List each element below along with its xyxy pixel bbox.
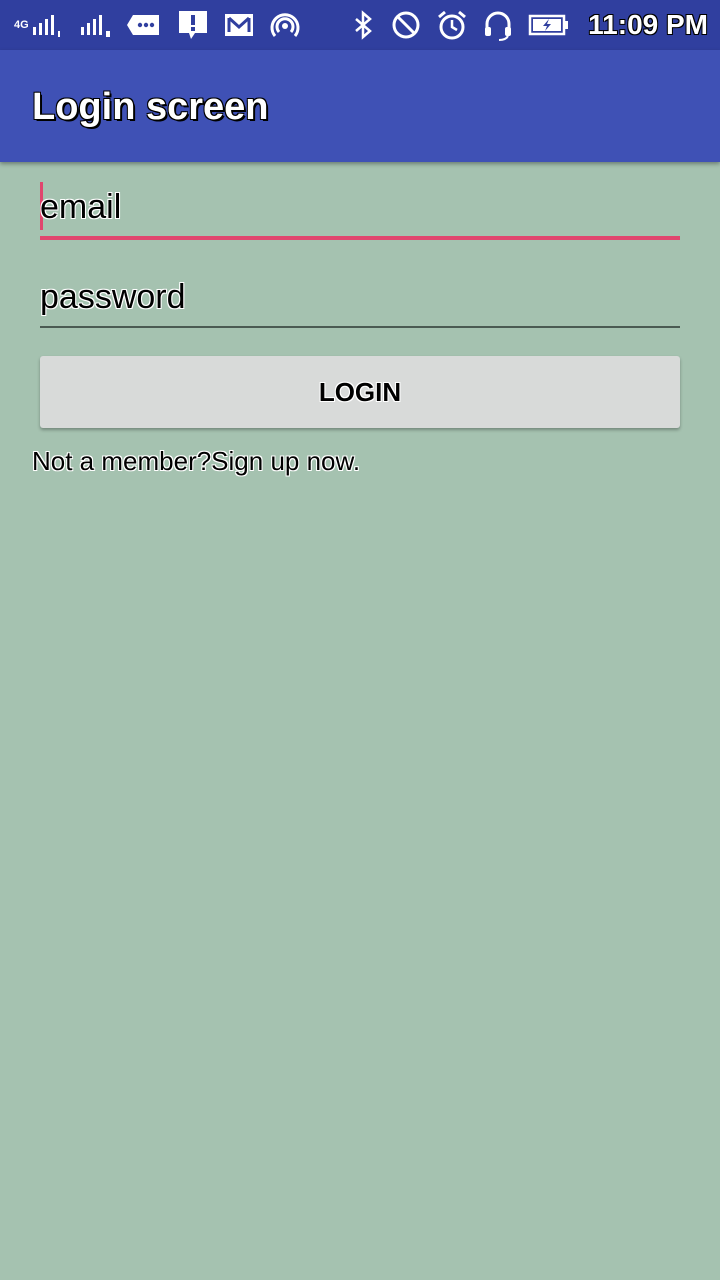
bluetooth-icon (352, 9, 376, 41)
message-icon (126, 9, 163, 41)
hotspot-icon (269, 9, 301, 41)
email-placeholder: email (40, 188, 122, 226)
battery-charging-icon (528, 9, 570, 41)
signal-sim2-icon (79, 9, 113, 41)
page-title: Login screen (32, 86, 269, 128)
password-placeholder: password (40, 278, 186, 316)
signal-sim1-icon (31, 9, 65, 41)
alert-icon (177, 9, 209, 41)
status-bar: 4G 11:09 PM (0, 0, 720, 50)
email-field[interactable]: email (40, 180, 680, 240)
alarm-icon (436, 9, 468, 41)
network-type-label: 4G (14, 18, 29, 31)
status-time: 11:09 PM (588, 9, 708, 40)
status-bar-left: 4G (14, 8, 315, 42)
do-not-disturb-icon (390, 9, 422, 41)
signup-link[interactable]: Not a member?Sign up now. (32, 446, 360, 477)
app-bar: Login screen (0, 50, 720, 162)
login-button[interactable]: LOGIN (40, 356, 680, 428)
headset-icon (482, 9, 514, 41)
gmail-icon (223, 9, 255, 41)
status-bar-right: 11:09 PM (352, 8, 708, 42)
password-field[interactable]: password (40, 274, 680, 328)
